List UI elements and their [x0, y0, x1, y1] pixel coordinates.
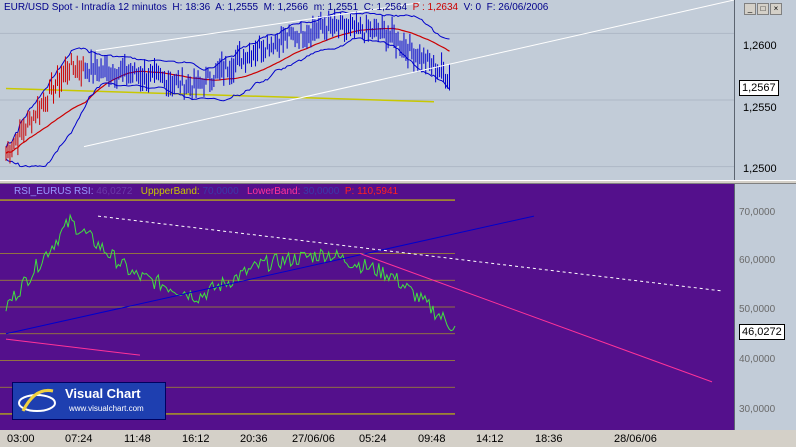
last-rsi-marker: 46,0272	[739, 324, 785, 340]
time-tick: 28/06/06	[614, 433, 657, 445]
time-tick: 11:48	[124, 433, 151, 445]
price-header: EUR/USD Spot - Intradía 12 minutos H: 18…	[4, 2, 549, 13]
rsi-pink-short-line	[5, 338, 141, 356]
interval-name: Intradía 12 minutos	[81, 2, 167, 13]
rsi-line	[5, 213, 456, 332]
rsi-tick: 30,0000	[739, 404, 776, 415]
price-axis[interactable]: 1,2600 1,2550 1,2500 1,2567	[734, 0, 796, 180]
rsi-tick: 50,0000	[739, 304, 776, 315]
rsi-blue-trendline	[5, 215, 535, 335]
price-tick: 1,2550	[743, 102, 777, 114]
time-tick: 09:48	[418, 433, 446, 445]
lower-band-value: 30,0000	[303, 186, 340, 197]
last-price-marker: 1,2567	[739, 80, 779, 96]
time-tick: 14:12	[476, 433, 504, 445]
p-value: 1,2634	[427, 2, 459, 13]
rsi-tick: 70,0000	[739, 207, 776, 218]
open-value: 1,2555	[227, 2, 259, 13]
visual-chart-logo: Visual Chart www.visualchart.com	[12, 382, 166, 420]
channel-trendline-lower	[83, 0, 734, 148]
date-value: F: 26/06/2006	[486, 2, 549, 13]
upper-band-value: 70,0000	[202, 186, 239, 197]
time-tick: 03:00	[7, 433, 35, 445]
bollinger-upper-band	[5, 11, 450, 149]
minimize-button[interactable]: _	[744, 3, 756, 15]
price-tick: 1,2500	[743, 163, 777, 175]
time-tick: 27/06/06	[292, 433, 335, 445]
time-tick: 07:24	[65, 433, 93, 445]
time-tick: 05:24	[359, 433, 387, 445]
rsi-axis[interactable]: 70,0000 60,0000 50,0000 40,0000 30,0000 …	[734, 184, 796, 430]
high-value: 1,2566	[277, 2, 309, 13]
price-tick: 1,2600	[743, 40, 777, 52]
logo-url: www.visualchart.com	[69, 404, 144, 413]
time-tick: 20:36	[240, 433, 268, 445]
rsi-tick: 60,0000	[739, 255, 776, 266]
time-axis[interactable]	[0, 430, 796, 447]
time-tick: 16:12	[182, 433, 210, 445]
rsi-name: RSI_EURUS	[14, 186, 72, 197]
logo-brand: Visual Chart	[65, 386, 141, 401]
time-tick: 18:36	[535, 433, 563, 445]
logo-swoosh-icon	[18, 388, 56, 412]
low-value: 1,2551	[327, 2, 359, 13]
price-pane[interactable]	[0, 0, 734, 180]
rsi-header: RSI_EURUS RSI: 46,0272 UppperBand: 70,00…	[14, 186, 399, 197]
rsi-value: 46,0272	[96, 186, 133, 197]
rsi-pink-trendline	[359, 253, 713, 383]
close-value: 1,2564	[376, 2, 408, 13]
rsi-tick: 40,0000	[739, 354, 776, 365]
restore-button[interactable]: □	[757, 3, 769, 15]
chart-window: 1,2600 1,2550 1,2500 1,2567 EUR/USD Spot…	[0, 0, 796, 447]
close-button[interactable]: ×	[770, 3, 782, 15]
rsi-p-value: 110,5941	[357, 186, 399, 197]
symbol-name: EUR/USD Spot	[4, 2, 73, 13]
volume-value: V: 0	[463, 2, 482, 13]
time-value: 18:36	[185, 2, 211, 13]
price-chart[interactable]	[0, 0, 734, 180]
